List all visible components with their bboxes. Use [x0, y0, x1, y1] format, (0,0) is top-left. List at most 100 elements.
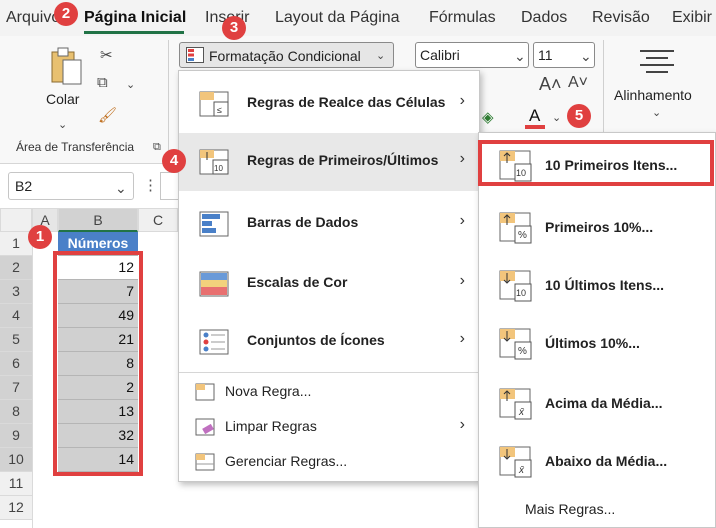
tab-pagina-inicial[interactable]: Página Inicial: [84, 9, 186, 27]
tab-revisao[interactable]: Revisão: [592, 9, 650, 27]
submenu-item-label: Abaixo da Média...: [545, 453, 668, 469]
formula-input[interactable]: [160, 172, 180, 200]
icon-sets-icon: [199, 329, 229, 355]
menu-item-label: Limpar Regras: [225, 418, 317, 434]
menu-item-label: Escalas de Cor: [247, 274, 348, 290]
submenu-item-above-average[interactable]: x̄ Acima da Média...: [479, 375, 715, 433]
cut-icon[interactable]: ✂: [100, 46, 113, 64]
menu-item-clear-rules[interactable]: Limpar Regras ›: [179, 410, 479, 444]
submenu-item-bottom-10-items[interactable]: 10 10 Últimos Itens...: [479, 257, 715, 315]
copy-dropdown-icon[interactable]: ⌄: [126, 78, 135, 91]
menu-item-data-bars[interactable]: Barras de Dados ›: [179, 195, 479, 253]
menu-item-label: Gerenciar Regras...: [225, 453, 348, 469]
column-header-b[interactable]: B: [58, 208, 138, 232]
conditional-formatting-menu: ≤ Regras de Realce das Células › 10 Regr…: [178, 70, 480, 482]
paste-icon[interactable]: [50, 46, 84, 86]
gridline: [32, 232, 33, 528]
font-color-bar: [525, 125, 545, 129]
top-bottom-submenu: 10 10 Primeiros Itens... % Primeiros 10%…: [478, 132, 716, 528]
menu-item-highlight-rules[interactable]: ≤ Regras de Realce das Células ›: [179, 75, 479, 133]
conditional-formatting-button[interactable]: Formatação Condicional ⌄: [179, 42, 394, 68]
chevron-right-icon: ›: [459, 212, 465, 229]
tab-dados[interactable]: Dados: [521, 9, 567, 27]
menu-item-label: Regras de Realce das Células: [247, 94, 446, 110]
clipboard-group-label: Área de Transferência: [16, 140, 135, 154]
top-10-highlight-box: [478, 140, 714, 186]
chevron-right-icon: ›: [459, 150, 465, 167]
new-rule-icon: [195, 383, 215, 401]
tab-layout[interactable]: Layout da Página: [275, 9, 400, 27]
column-header-c[interactable]: C: [138, 208, 178, 232]
svg-text:≤: ≤: [217, 105, 222, 115]
row-header[interactable]: 12: [0, 496, 32, 520]
row-header[interactable]: 7: [0, 376, 32, 400]
chevron-down-icon[interactable]: ⌄: [652, 106, 661, 119]
paste-label[interactable]: Colar: [46, 91, 79, 107]
row-header[interactable]: 6: [0, 352, 32, 376]
conditional-formatting-icon: [186, 47, 204, 63]
svg-text:x̄: x̄: [518, 465, 525, 476]
paste-dropdown-icon[interactable]: ⌄: [58, 118, 67, 131]
chevron-right-icon: ›: [459, 272, 465, 289]
increase-font-icon[interactable]: A˄: [539, 74, 562, 95]
chevron-down-icon[interactable]: ⌄: [552, 111, 561, 124]
submenu-item-label: Últimos 10%...: [545, 335, 640, 351]
svg-text:10: 10: [516, 288, 526, 298]
align-icon[interactable]: [638, 48, 676, 74]
bottom-10-items-icon: 10: [499, 270, 532, 302]
row-header[interactable]: 9: [0, 424, 32, 448]
name-box[interactable]: B2 ⌄: [8, 172, 134, 200]
svg-text:x̄: x̄: [518, 407, 525, 418]
select-all-corner[interactable]: [0, 208, 32, 232]
top-10-percent-icon: %: [499, 212, 532, 244]
submenu-item-label: Primeiros 10%...: [545, 219, 654, 235]
highlight-cells-icon: ≤: [199, 91, 229, 117]
conditional-formatting-label: Formatação Condicional: [209, 48, 361, 64]
font-color-icon[interactable]: A: [529, 106, 540, 126]
row-header[interactable]: 5: [0, 328, 32, 352]
submenu-more-rules[interactable]: Mais Regras...: [525, 501, 615, 517]
submenu-item-bottom-10-percent[interactable]: % Últimos 10%...: [479, 315, 715, 373]
step-badge: 4: [162, 149, 186, 173]
format-painter-icon[interactable]: 🖌: [98, 106, 117, 124]
row-header[interactable]: 8: [0, 400, 32, 424]
manage-rules-icon: [195, 453, 215, 471]
submenu-item-label: Acima da Média...: [545, 395, 663, 411]
alignment-label[interactable]: Alinhamento: [614, 87, 692, 103]
chevron-right-icon: ›: [459, 416, 465, 433]
decrease-font-icon[interactable]: A˅: [568, 74, 588, 92]
menu-item-manage-rules[interactable]: Gerenciar Regras...: [179, 445, 479, 479]
menu-item-color-scales[interactable]: Escalas de Cor ›: [179, 255, 479, 313]
row-header[interactable]: 4: [0, 304, 32, 328]
menu-divider: [179, 372, 479, 373]
menu-item-new-rule[interactable]: Nova Regra...: [179, 375, 479, 409]
menu-item-top-bottom-rules[interactable]: 10 Regras de Primeiros/Últimos ›: [179, 133, 479, 191]
tab-arquivo[interactable]: Arquivo: [6, 9, 60, 27]
fill-color-icon[interactable]: ◈: [482, 108, 494, 126]
tab-exibir[interactable]: Exibir: [672, 9, 712, 27]
below-average-icon: x̄: [499, 446, 532, 478]
row-header[interactable]: 11: [0, 472, 32, 496]
more-options-icon[interactable]: ⋮: [143, 176, 158, 194]
bottom-10-percent-icon: %: [499, 328, 532, 360]
row-header[interactable]: 10: [0, 448, 32, 472]
chevron-right-icon: ›: [459, 92, 465, 109]
name-box-value: B2: [15, 178, 33, 194]
chevron-down-icon: ⌄: [514, 48, 526, 64]
menu-item-icon-sets[interactable]: Conjuntos de Ícones ›: [179, 313, 479, 371]
row-header[interactable]: 2: [0, 256, 32, 280]
font-size-select[interactable]: 11 ⌄: [533, 42, 595, 68]
svg-text:%: %: [518, 230, 527, 241]
above-average-icon: x̄: [499, 388, 532, 420]
font-name-value: Calibri: [420, 47, 460, 63]
font-name-select[interactable]: Calibri ⌄: [415, 42, 529, 68]
submenu-item-below-average[interactable]: x̄ Abaixo da Média...: [479, 433, 715, 491]
tab-formulas[interactable]: Fórmulas: [429, 9, 496, 27]
submenu-item-top-10-percent[interactable]: % Primeiros 10%...: [479, 199, 715, 257]
chevron-down-icon: ⌄: [376, 50, 386, 62]
svg-text:10: 10: [214, 164, 223, 173]
dialog-launcher-icon[interactable]: ⧉: [153, 141, 161, 154]
copy-icon[interactable]: ⧉: [97, 74, 108, 91]
row-header[interactable]: 3: [0, 280, 32, 304]
data-bars-icon: [199, 211, 229, 237]
